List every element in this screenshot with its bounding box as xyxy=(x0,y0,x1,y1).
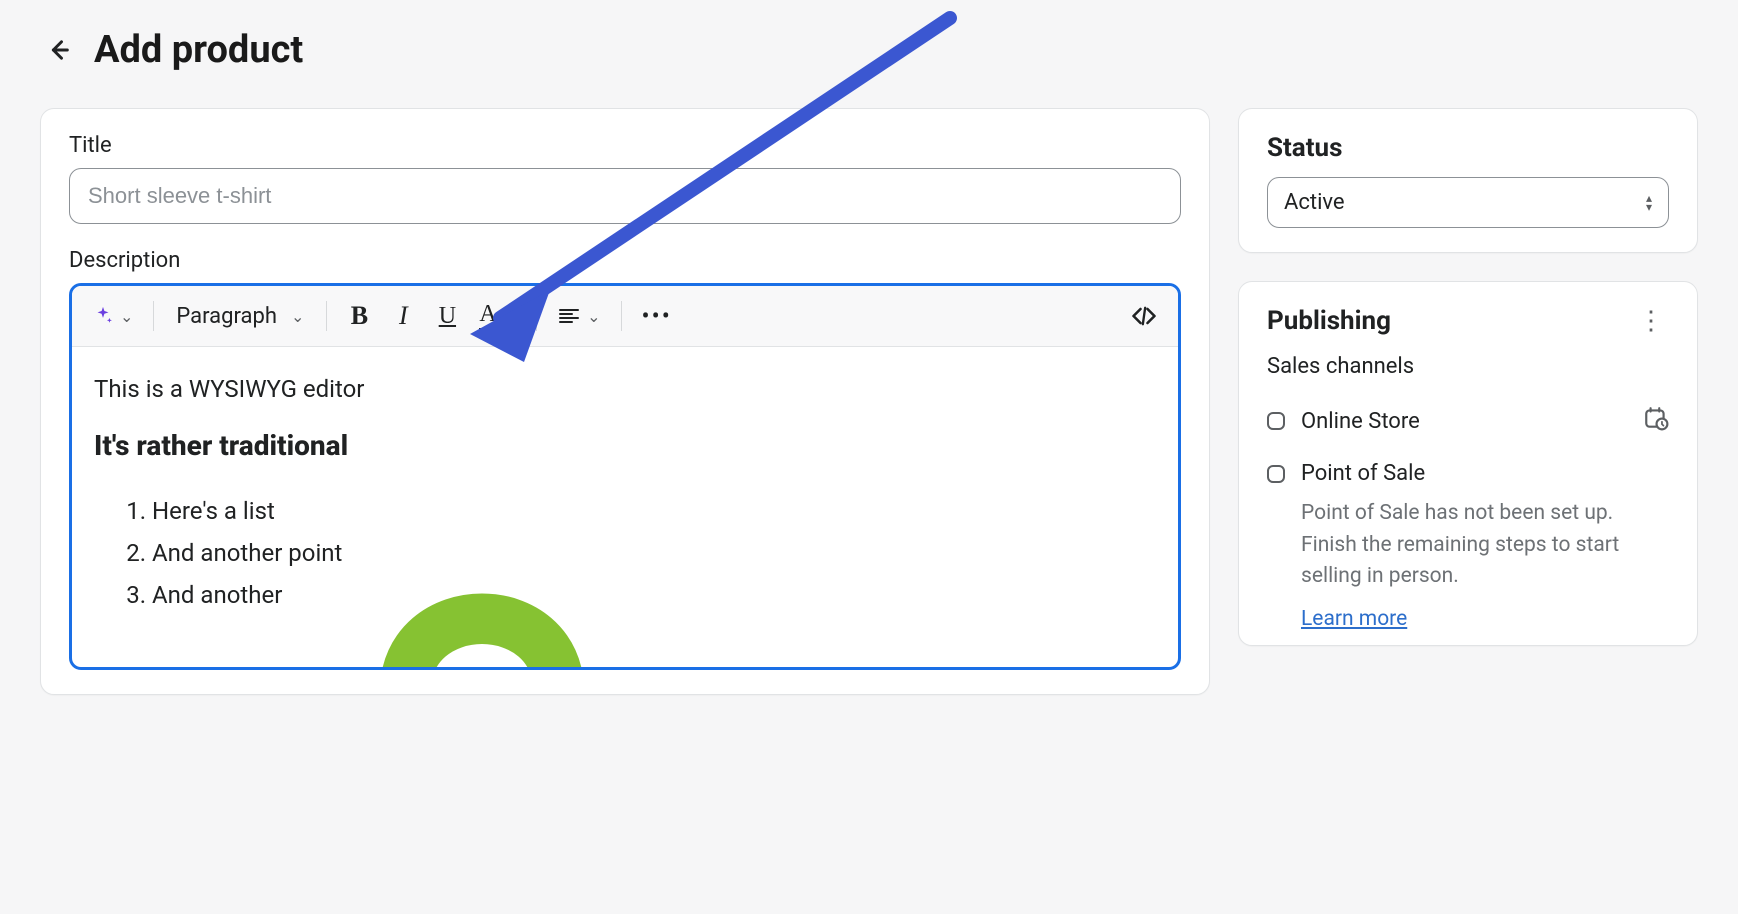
channel-status-icon xyxy=(1267,412,1285,430)
more-options-button[interactable]: ••• xyxy=(634,296,680,336)
editor-paragraph: This is a WYSIWYG editor xyxy=(94,371,1156,407)
rich-text-editor: ⌄ Paragraph ⌄ B I U A ⌄ xyxy=(69,283,1181,670)
sales-channels-label: Sales channels xyxy=(1267,354,1669,379)
italic-button[interactable]: I xyxy=(383,296,423,336)
channel-name: Point of Sale xyxy=(1301,461,1425,486)
sparkle-icon xyxy=(92,305,114,327)
channel-name: Online Store xyxy=(1301,409,1420,434)
title-input[interactable] xyxy=(69,168,1181,224)
chevron-down-icon: ⌄ xyxy=(587,307,600,326)
bold-button[interactable]: B xyxy=(339,296,379,336)
back-button[interactable] xyxy=(40,32,76,68)
text-color-icon: A xyxy=(479,301,496,331)
channel-status-icon xyxy=(1267,465,1285,483)
channel-point-of-sale: Point of Sale xyxy=(1267,449,1669,498)
arrow-left-icon xyxy=(44,36,72,64)
editor-ordered-list: Here's a list And another point And anot… xyxy=(94,493,1156,613)
publishing-title: Publishing xyxy=(1267,306,1391,336)
chevron-down-icon: ⌄ xyxy=(120,307,133,326)
align-button[interactable]: ⌄ xyxy=(549,296,608,336)
underline-button[interactable]: U xyxy=(427,296,467,336)
align-left-icon xyxy=(557,304,581,328)
editor-heading: It's rather traditional xyxy=(94,425,1156,467)
publishing-actions-button[interactable]: ⋮ xyxy=(1633,306,1669,336)
editor-toolbar: ⌄ Paragraph ⌄ B I U A ⌄ xyxy=(72,286,1178,347)
status-title: Status xyxy=(1267,133,1669,163)
channel-online-store: Online Store xyxy=(1267,393,1669,449)
pos-help-text: Point of Sale has not been set up. Finis… xyxy=(1301,498,1669,593)
publishing-card: Publishing ⋮ Sales channels Online Store xyxy=(1238,281,1698,646)
ellipsis-icon: ••• xyxy=(642,302,672,330)
chevron-down-icon: ⌄ xyxy=(291,307,304,326)
schedule-button[interactable] xyxy=(1643,405,1669,437)
toolbar-separator xyxy=(621,301,622,331)
list-item: And another xyxy=(152,577,1156,613)
italic-icon: I xyxy=(399,301,408,331)
toolbar-separator xyxy=(536,301,537,331)
select-caret-icon: ▴▾ xyxy=(1646,194,1652,212)
status-select[interactable]: Active ▴▾ xyxy=(1267,177,1669,228)
status-selected-value: Active xyxy=(1284,190,1345,215)
page-header: Add product xyxy=(40,28,1698,72)
text-color-button[interactable]: A ⌄ xyxy=(471,296,524,336)
html-view-button[interactable] xyxy=(1122,296,1166,336)
editor-content[interactable]: This is a WYSIWYG editor It's rather tra… xyxy=(72,347,1178,667)
underline-icon: U xyxy=(439,303,456,330)
code-icon xyxy=(1130,302,1158,330)
product-info-card: Title Description ⌄ xyxy=(40,108,1210,695)
paragraph-style-dropdown[interactable]: Paragraph ⌄ xyxy=(166,304,314,329)
bold-icon: B xyxy=(351,301,368,331)
vertical-ellipsis-icon: ⋮ xyxy=(1638,306,1664,336)
toolbar-separator xyxy=(326,301,327,331)
calendar-clock-icon xyxy=(1643,405,1669,431)
chevron-down-icon: ⌄ xyxy=(503,307,516,326)
toolbar-separator xyxy=(153,301,154,331)
list-item: And another point xyxy=(152,535,1156,571)
title-label: Title xyxy=(69,133,1181,158)
learn-more-link[interactable]: Learn more xyxy=(1301,607,1407,631)
paragraph-label: Paragraph xyxy=(176,304,277,329)
description-label: Description xyxy=(69,248,1181,273)
page-title: Add product xyxy=(94,28,303,72)
ai-magic-button[interactable]: ⌄ xyxy=(84,296,141,336)
list-item: Here's a list xyxy=(152,493,1156,529)
status-card: Status Active ▴▾ xyxy=(1238,108,1698,253)
